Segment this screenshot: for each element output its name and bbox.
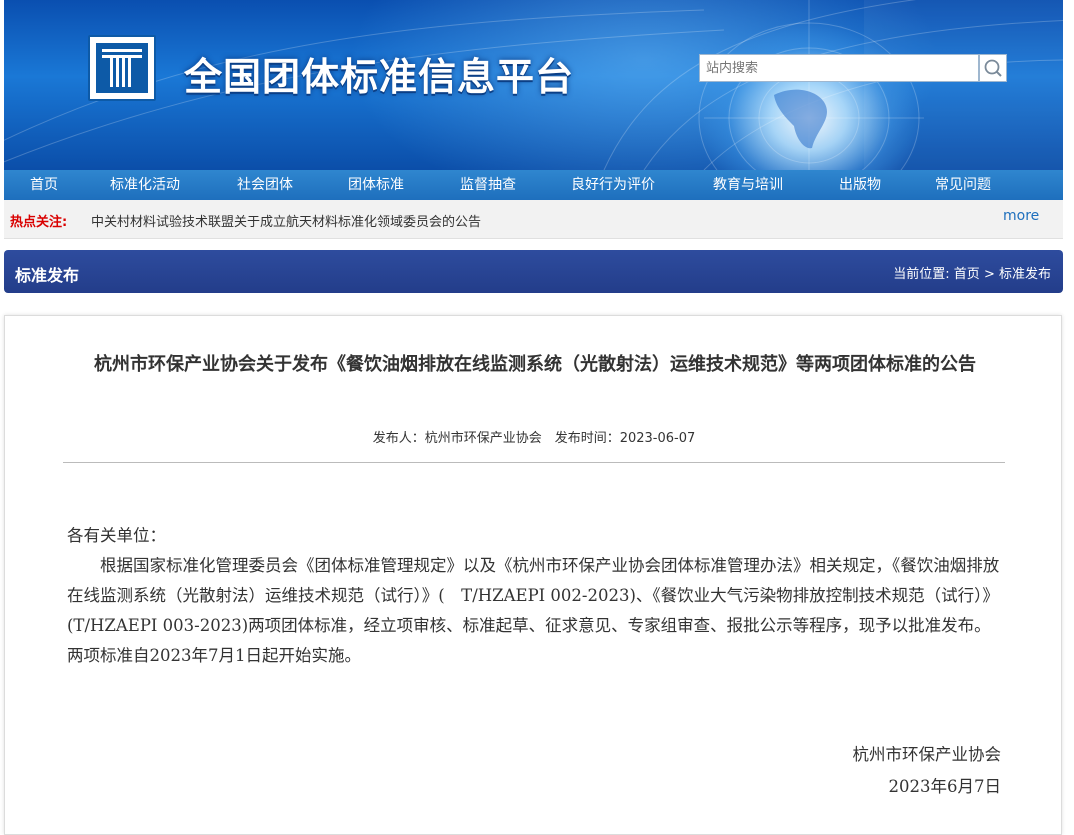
logo-mark-icon [96, 43, 148, 93]
nav-item-evaluation[interactable]: 良好行为评价 [571, 170, 655, 200]
nav-item-home[interactable]: 首页 [30, 170, 58, 200]
nav-item-activities[interactable]: 标准化活动 [110, 170, 180, 200]
hot-topics-label: 热点关注: [10, 215, 68, 230]
article-signer: 杭州市环保产业协会 [852, 745, 1002, 764]
search-icon [984, 59, 1002, 77]
site-logo[interactable] [88, 35, 156, 101]
article-signature: 杭州市环保产业协会 2023年6月7日 [853, 739, 1002, 803]
nav-item-faq[interactable]: 常见问题 [935, 170, 991, 200]
breadcrumb: 当前位置: 首页 > 标准发布 [893, 263, 1051, 282]
article-divider [63, 462, 1005, 463]
nav-item-organizations[interactable]: 社会团体 [237, 170, 293, 200]
breadcrumb-home[interactable]: 首页 [954, 267, 980, 282]
search-button[interactable] [979, 54, 1007, 82]
search-input[interactable] [699, 54, 979, 82]
nav-item-standards[interactable]: 团体标准 [348, 170, 404, 200]
breadcrumb-prefix: 当前位置: [893, 267, 950, 282]
section-title: 标准发布 [15, 266, 80, 285]
main-nav: 首页 标准化活动 社会团体 团体标准 监督抽查 良好行为评价 教育与培训 出版物… [4, 170, 1063, 200]
article-meta: 发布人：杭州市环保产业协会 发布时间：2023-06-07 [372, 431, 696, 446]
nav-item-supervision[interactable]: 监督抽查 [460, 170, 516, 200]
header-banner: 全国团体标准信息平台 [4, 0, 1063, 170]
breadcrumb-current[interactable]: 标准发布 [999, 267, 1051, 282]
breadcrumb-separator: > [983, 267, 995, 282]
article-body: 各有关单位： 根据国家标准化管理委员会《团体标准管理规定》以及《杭州市环保产业协… [67, 521, 1007, 671]
article-panel: 杭州市环保产业协会关于发布《餐饮油烟排放在线监测系统（光散射法）运维技术规范》等… [4, 315, 1062, 835]
section-header: 标准发布 当前位置: 首页 > 标准发布 [4, 250, 1063, 293]
article-date: 2023年6月7日 [888, 777, 1002, 796]
more-link[interactable]: more [1003, 208, 1039, 224]
nav-item-training[interactable]: 教育与培训 [713, 170, 783, 200]
hot-topics-bar: 热点关注: 中关村材料试验技术联盟关于成立航天材料标准化领域委员会的公告 mor… [4, 200, 1063, 239]
site-title: 全国团体标准信息平台 [184, 55, 575, 99]
hot-topic-link[interactable]: 中关村材料试验技术联盟关于成立航天材料标准化领域委员会的公告 [91, 211, 481, 230]
article-title: 杭州市环保产业协会关于发布《餐饮油烟排放在线监测系统（光散射法）运维技术规范》等… [94, 354, 976, 375]
article-greeting: 各有关单位： [67, 526, 166, 545]
article-paragraph: 根据国家标准化管理委员会《团体标准管理规定》以及《杭州市环保产业协会团体标准管理… [67, 556, 1000, 665]
nav-item-publications[interactable]: 出版物 [839, 170, 881, 200]
